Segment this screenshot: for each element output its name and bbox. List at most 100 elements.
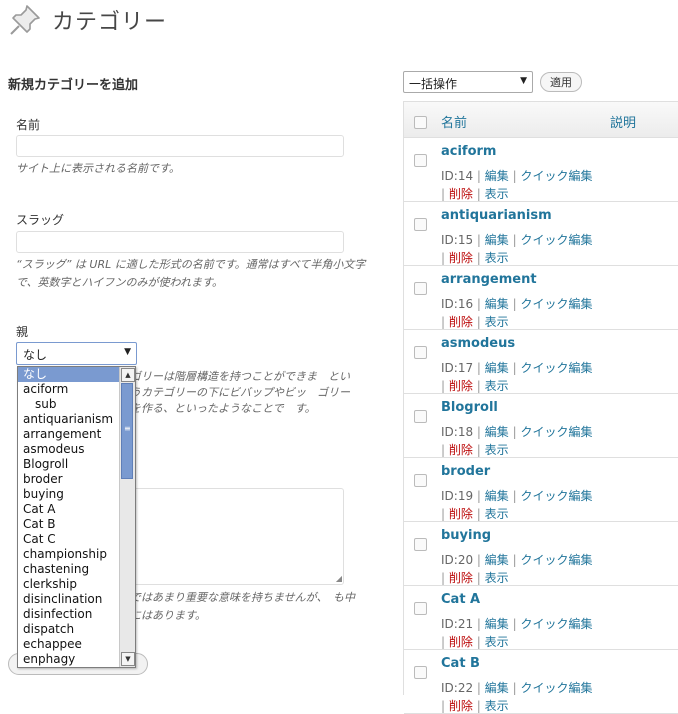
edit-link[interactable]: 編集	[485, 489, 509, 503]
row-checkbox[interactable]	[414, 474, 427, 487]
row-checkbox[interactable]	[414, 218, 427, 231]
quick-edit-link[interactable]: クイック編集	[521, 425, 593, 439]
separator: |	[512, 489, 517, 503]
row-actions: ID:19 | 編集 | クイック編集	[441, 487, 593, 504]
slug-input[interactable]	[16, 231, 344, 253]
category-name-link[interactable]: Blogroll	[441, 400, 498, 415]
separator: |	[476, 681, 481, 695]
row-checkbox[interactable]	[414, 666, 427, 679]
bulk-actions-select[interactable]: 一括操作 ▼	[403, 71, 533, 93]
category-name-link[interactable]: aciform	[441, 144, 496, 159]
edit-link[interactable]: 編集	[485, 617, 509, 631]
edit-link[interactable]: 編集	[485, 233, 509, 247]
dropdown-option[interactable]: Cat C	[18, 532, 135, 547]
row-actions-2: | 削除 | 表示	[441, 313, 509, 330]
view-link[interactable]: 表示	[485, 315, 509, 329]
category-name-link[interactable]: arrangement	[441, 272, 537, 287]
dropdown-option[interactable]: broder	[18, 472, 135, 487]
edit-link[interactable]: 編集	[485, 553, 509, 567]
row-checkbox[interactable]	[414, 282, 427, 295]
dropdown-option[interactable]: arrangement	[18, 427, 135, 442]
dropdown-option[interactable]: championship	[18, 547, 135, 562]
delete-link[interactable]: 削除	[449, 187, 473, 201]
scroll-down-icon[interactable]: ▼	[121, 652, 135, 666]
row-checkbox[interactable]	[414, 154, 427, 167]
dropdown-scrollbar[interactable]: ▲ ≡ ▼	[119, 367, 135, 667]
delete-link[interactable]: 削除	[449, 379, 473, 393]
scrollbar-thumb[interactable]: ≡	[121, 383, 133, 479]
chevron-down-icon: ▼	[520, 76, 527, 86]
quick-edit-link[interactable]: クイック編集	[521, 297, 593, 311]
edit-link[interactable]: 編集	[485, 169, 509, 183]
view-link[interactable]: 表示	[485, 699, 509, 713]
row-actions-2: | 削除 | 表示	[441, 569, 509, 586]
apply-button[interactable]: 適用	[540, 72, 582, 92]
dropdown-option[interactable]: Blogroll	[18, 457, 135, 472]
view-link[interactable]: 表示	[485, 443, 509, 457]
description-textarea[interactable]: ◢	[130, 488, 344, 585]
dropdown-option[interactable]: aciform	[18, 382, 135, 397]
parent-select[interactable]: なし ▼	[16, 342, 137, 365]
category-name-link[interactable]: broder	[441, 464, 490, 479]
column-name-header[interactable]: 名前	[441, 112, 467, 131]
column-description-header[interactable]: 説明	[610, 112, 636, 131]
select-all-checkbox[interactable]	[414, 116, 427, 129]
delete-link[interactable]: 削除	[449, 507, 473, 521]
separator: |	[512, 425, 517, 439]
dropdown-option[interactable]: dispatch	[18, 622, 135, 637]
dropdown-option[interactable]: disinclination	[18, 592, 135, 607]
quick-edit-link[interactable]: クイック編集	[521, 489, 593, 503]
dropdown-option[interactable]: clerkship	[18, 577, 135, 592]
category-name-link[interactable]: antiquarianism	[441, 208, 552, 223]
resize-handle-icon[interactable]: ◢	[336, 574, 342, 583]
view-link[interactable]: 表示	[485, 507, 509, 521]
name-input[interactable]	[16, 135, 344, 157]
view-link[interactable]: 表示	[485, 379, 509, 393]
row-checkbox[interactable]	[414, 538, 427, 551]
edit-link[interactable]: 編集	[485, 361, 509, 375]
view-link[interactable]: 表示	[485, 635, 509, 649]
table-row: Blogroll ID:18 | 編集 | クイック編集 | 削除 | 表示	[404, 394, 678, 458]
row-checkbox[interactable]	[414, 410, 427, 423]
edit-link[interactable]: 編集	[485, 297, 509, 311]
category-name-link[interactable]: Cat B	[441, 656, 480, 671]
delete-link[interactable]: 削除	[449, 443, 473, 457]
edit-link[interactable]: 編集	[485, 681, 509, 695]
delete-link[interactable]: 削除	[449, 699, 473, 713]
quick-edit-link[interactable]: クイック編集	[521, 361, 593, 375]
view-link[interactable]: 表示	[485, 251, 509, 265]
scroll-up-icon[interactable]: ▲	[121, 368, 135, 382]
separator: |	[476, 425, 481, 439]
quick-edit-link[interactable]: クイック編集	[521, 553, 593, 567]
row-checkbox[interactable]	[414, 602, 427, 615]
category-name-link[interactable]: Cat A	[441, 592, 480, 607]
dropdown-option[interactable]: antiquarianism	[18, 412, 135, 427]
delete-link[interactable]: 削除	[449, 315, 473, 329]
dropdown-option[interactable]: disinfection	[18, 607, 135, 622]
dropdown-option[interactable]: buying	[18, 487, 135, 502]
dropdown-option[interactable]: echappee	[18, 637, 135, 652]
categories-table: 名前 説明 aciform ID:14 | 編集 | クイック編集 | 削除 | 表…	[403, 101, 678, 714]
category-name-link[interactable]: buying	[441, 528, 491, 543]
delete-link[interactable]: 削除	[449, 571, 473, 585]
quick-edit-link[interactable]: クイック編集	[521, 169, 593, 183]
quick-edit-link[interactable]: クイック編集	[521, 233, 593, 247]
dropdown-option[interactable]: なし	[18, 367, 135, 382]
quick-edit-link[interactable]: クイック編集	[521, 681, 593, 695]
view-link[interactable]: 表示	[485, 571, 509, 585]
parent-dropdown-list[interactable]: なし aciform sub antiquarianism arrangement asm…	[17, 366, 136, 668]
dropdown-option[interactable]: asmodeus	[18, 442, 135, 457]
dropdown-option[interactable]: sub	[18, 397, 135, 412]
row-checkbox[interactable]	[414, 346, 427, 359]
dropdown-option[interactable]: enphagy	[18, 652, 135, 667]
edit-link[interactable]: 編集	[485, 425, 509, 439]
dropdown-option[interactable]: Cat B	[18, 517, 135, 532]
separator: |	[512, 681, 517, 695]
quick-edit-link[interactable]: クイック編集	[521, 617, 593, 631]
dropdown-option[interactable]: Cat A	[18, 502, 135, 517]
view-link[interactable]: 表示	[485, 187, 509, 201]
delete-link[interactable]: 削除	[449, 635, 473, 649]
dropdown-option[interactable]: chastening	[18, 562, 135, 577]
delete-link[interactable]: 削除	[449, 251, 473, 265]
category-name-link[interactable]: asmodeus	[441, 336, 515, 351]
